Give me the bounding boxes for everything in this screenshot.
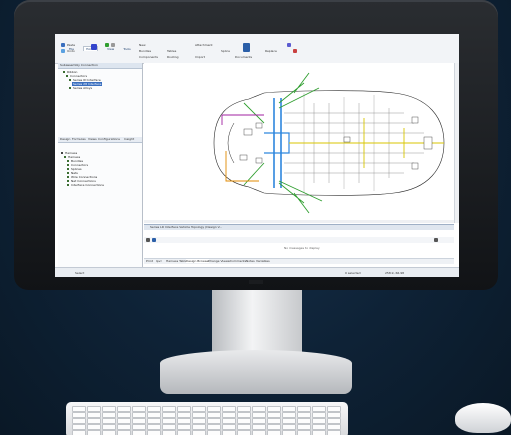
status-mode: Select [75, 271, 85, 275]
keyboard-key [267, 430, 281, 435]
ribbon-label-paste: Paste [67, 43, 76, 47]
document-tab[interactable]: Series LR Interface Vehicle Topology (De… [150, 225, 222, 229]
ribbon-label-bundles[interactable]: Bundles [139, 49, 151, 53]
vertical-scrollbar[interactable] [454, 63, 459, 223]
monitor-stand-base [160, 350, 352, 394]
tree-item[interactable]: Series Alloys [69, 86, 92, 90]
keyboard-key [132, 430, 146, 435]
keyboard-key [252, 430, 266, 435]
vehicle-front [227, 122, 235, 164]
keyboard-key [162, 430, 176, 435]
tab-harness-table[interactable]: Harness Table [166, 259, 187, 263]
tab-variables[interactable]: Variables [256, 259, 270, 263]
delete-icon[interactable] [293, 49, 297, 53]
tab-design-browser[interactable]: Design Browser [186, 259, 210, 263]
ribbon-label-undo: Undo [67, 49, 75, 53]
tab-notes[interactable]: Notes [246, 259, 255, 263]
keyboard-key [177, 430, 191, 435]
design-item-label: Interface Connections [71, 183, 104, 187]
keyboard-key [207, 430, 221, 435]
keyboard-key [117, 430, 131, 435]
status-bar: Select 0 selected 258.9, 66.98 [55, 267, 459, 277]
harness-blue [273, 98, 282, 188]
mouse [455, 403, 511, 433]
tab-insight[interactable]: Insight [124, 137, 134, 141]
tab-print[interactable]: Print [146, 259, 153, 263]
ribbon: File Home View Tools Paste Undo New Bund… [55, 34, 459, 64]
keyboard-key [312, 430, 326, 435]
tab-change-viewer[interactable]: Change Viewer [208, 259, 231, 263]
nav-play-icon[interactable] [152, 238, 156, 242]
zoom-icon[interactable] [287, 43, 291, 47]
tab-ipvr[interactable]: Ipvr [156, 259, 162, 263]
panel-header-top: Subassembly Connection [58, 63, 142, 69]
component-icon[interactable] [91, 44, 97, 50]
keyboard-key [192, 430, 206, 435]
ribbon-label-import[interactable]: Import [195, 55, 205, 59]
keyboard-key [147, 430, 161, 435]
tab-tools[interactable]: Tools [123, 47, 130, 51]
keyboard-key [282, 430, 296, 435]
left-panel: Subassembly Connection Ribbon Connectors… [58, 63, 143, 267]
ribbon-label-new[interactable]: New [139, 43, 146, 47]
harness-yellow [289, 118, 444, 168]
drawing-canvas[interactable] [144, 63, 454, 223]
tab-design[interactable]: Design [60, 137, 70, 141]
tab-views[interactable]: Views [88, 137, 97, 141]
tab-comments[interactable]: Comments [230, 259, 246, 263]
keyboard-key [237, 430, 251, 435]
ribbon-label-splice[interactable]: Splice [221, 49, 230, 53]
tab-configurations[interactable]: Configurations [98, 137, 120, 141]
keyboard-key [87, 430, 101, 435]
scene: File Home View Tools Paste Undo New Bund… [0, 0, 511, 435]
keyboard-key [327, 430, 341, 435]
settings-icon[interactable] [111, 43, 115, 47]
horizontal-scrollbar[interactable] [144, 220, 454, 223]
status-selection: 0 selected [345, 271, 361, 275]
keyboard-key [297, 430, 311, 435]
status-coordinates: 258.9, 66.98 [385, 271, 405, 275]
add-icon[interactable] [105, 43, 109, 47]
ribbon-tabs: File Home View Tools [69, 35, 135, 51]
paste-icon[interactable] [61, 43, 65, 47]
undo-icon[interactable] [61, 49, 65, 53]
message-pane: No messages to display [144, 243, 454, 256]
ribbon-label-replace[interactable]: Replace [265, 49, 277, 53]
panel-title: Subassembly Connection [60, 63, 98, 67]
ribbon-label-components[interactable]: Components [139, 55, 158, 59]
tab-formulas[interactable]: Formulas [72, 137, 86, 141]
ribbon-label-attachment[interactable]: Attachment [195, 43, 213, 47]
keyboard-key [102, 430, 116, 435]
empty-message: No messages to display [284, 246, 320, 250]
keyboard-key [72, 430, 86, 435]
harness-blue-branch [264, 132, 290, 154]
ribbon-label-documents[interactable]: Documents [235, 55, 252, 59]
nav-options-icon[interactable] [434, 238, 438, 242]
bottom-tabs: Print Ipvr Harness Table Design Browser … [144, 258, 454, 264]
ribbon-label-routing[interactable]: Routing [167, 55, 179, 59]
tree-item-label: Series Alloys [73, 86, 93, 90]
documents-icon[interactable] [243, 43, 250, 52]
keyboard-key [222, 430, 236, 435]
panel-tabs: Design Formulas Views Configurations Ins… [58, 137, 142, 143]
nav-first-icon[interactable] [146, 238, 150, 242]
power-button-icon[interactable] [249, 280, 263, 284]
keyboard [66, 402, 348, 435]
document-tab-bar: Series LR Interface Vehicle Topology (De… [144, 224, 454, 230]
ribbon-label-tables[interactable]: Tables [167, 49, 176, 53]
harness-diagram [213, 72, 445, 214]
monitor-stand [212, 290, 302, 352]
tab-view[interactable]: View [107, 47, 114, 51]
design-item[interactable]: Interface Connections [67, 183, 104, 187]
app-window: File Home View Tools Paste Undo New Bund… [55, 34, 459, 277]
